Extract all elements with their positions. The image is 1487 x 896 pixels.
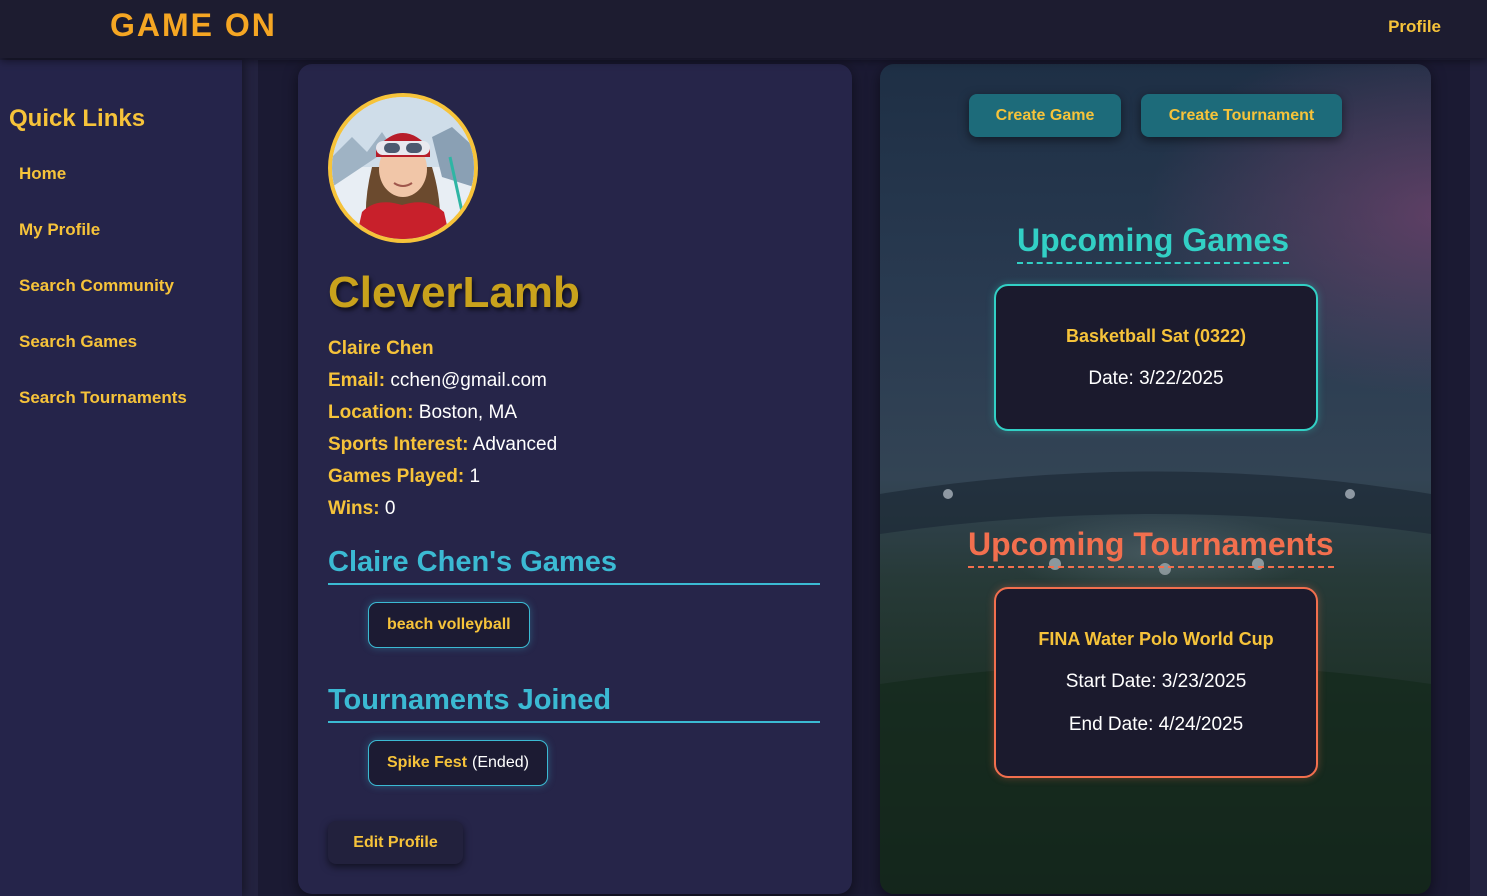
upcoming-tournaments-heading: Upcoming Tournaments — [968, 526, 1334, 568]
wins-label: Wins: — [328, 498, 380, 519]
avatar — [328, 93, 478, 243]
brand-logo[interactable]: GAME ON — [110, 7, 277, 44]
email-value: cchen@gmail.com — [390, 370, 547, 391]
upcoming-game-card[interactable]: Basketball Sat (0322) Date: 3/22/2025 — [994, 284, 1318, 431]
create-game-button[interactable]: Create Game — [969, 94, 1121, 137]
sidebar-item-search-community[interactable]: Search Community — [19, 276, 174, 296]
top-navbar: GAME ON Profile — [0, 0, 1487, 58]
game-card-date: Date: 3/22/2025 — [1088, 368, 1224, 389]
upcoming-games-heading: Upcoming Games — [1017, 222, 1290, 264]
games-section-title: Claire Chen's Games — [328, 546, 820, 585]
sidebar: Quick Links Home My Profile Search Commu… — [0, 60, 242, 896]
game-card-name: Basketball Sat (0322) — [1065, 326, 1247, 346]
nav-profile-link[interactable]: Profile — [1388, 17, 1441, 37]
game-chip[interactable]: beach volleyball — [368, 602, 530, 648]
sidebar-item-my-profile[interactable]: My Profile — [19, 220, 100, 240]
sports-interest-label: Sports Interest: — [328, 434, 469, 455]
sidebar-item-home[interactable]: Home — [19, 164, 66, 184]
full-name-text: Claire Chen — [328, 338, 434, 359]
wins-row: Wins: 0 — [328, 498, 395, 520]
tournament-card-end: End Date: 4/24/2025 — [1068, 714, 1244, 735]
avatar-image — [332, 97, 474, 239]
username: CleverLamb — [328, 268, 580, 317]
tournament-card-name: FINA Water Polo World Cup — [1038, 629, 1274, 649]
location-value: Boston, MA — [418, 402, 517, 423]
sports-interest-value: Advanced — [472, 434, 558, 455]
events-panel: Create Game Create Tournament Upcoming G… — [880, 64, 1431, 894]
wins-value: 0 — [384, 498, 396, 519]
upcoming-tournament-card[interactable]: FINA Water Polo World Cup Start Date: 3/… — [994, 587, 1318, 778]
games-played-value: 1 — [469, 466, 481, 487]
tournament-card-start: Start Date: 3/23/2025 — [1065, 671, 1247, 692]
sidebar-item-search-tournaments[interactable]: Search Tournaments — [19, 388, 187, 408]
location-label: Location: — [328, 402, 414, 423]
full-name: Claire Chen — [328, 338, 434, 360]
edit-profile-button[interactable]: Edit Profile — [328, 821, 463, 864]
profile-card: CleverLamb Claire Chen Email: cchen@gmai… — [298, 64, 852, 894]
games-played-label: Games Played: — [328, 466, 465, 487]
sidebar-title: Quick Links — [9, 105, 146, 132]
tournament-chip-name: Spike Fest — [387, 754, 468, 771]
email-label: Email: — [328, 370, 386, 391]
sidebar-item-search-games[interactable]: Search Games — [19, 332, 137, 352]
location-row: Location: Boston, MA — [328, 402, 517, 424]
tournament-chip[interactable]: Spike Fest (Ended) — [368, 740, 548, 786]
game-chip-name: beach volleyball — [387, 616, 511, 633]
sports-interest-row: Sports Interest: Advanced — [328, 434, 557, 456]
create-tournament-button[interactable]: Create Tournament — [1141, 94, 1342, 137]
games-played-row: Games Played: 1 — [328, 466, 480, 488]
tournament-chip-status: (Ended) — [472, 754, 529, 771]
email-row: Email: cchen@gmail.com — [328, 370, 547, 392]
tournaments-section-title: Tournaments Joined — [328, 684, 820, 723]
